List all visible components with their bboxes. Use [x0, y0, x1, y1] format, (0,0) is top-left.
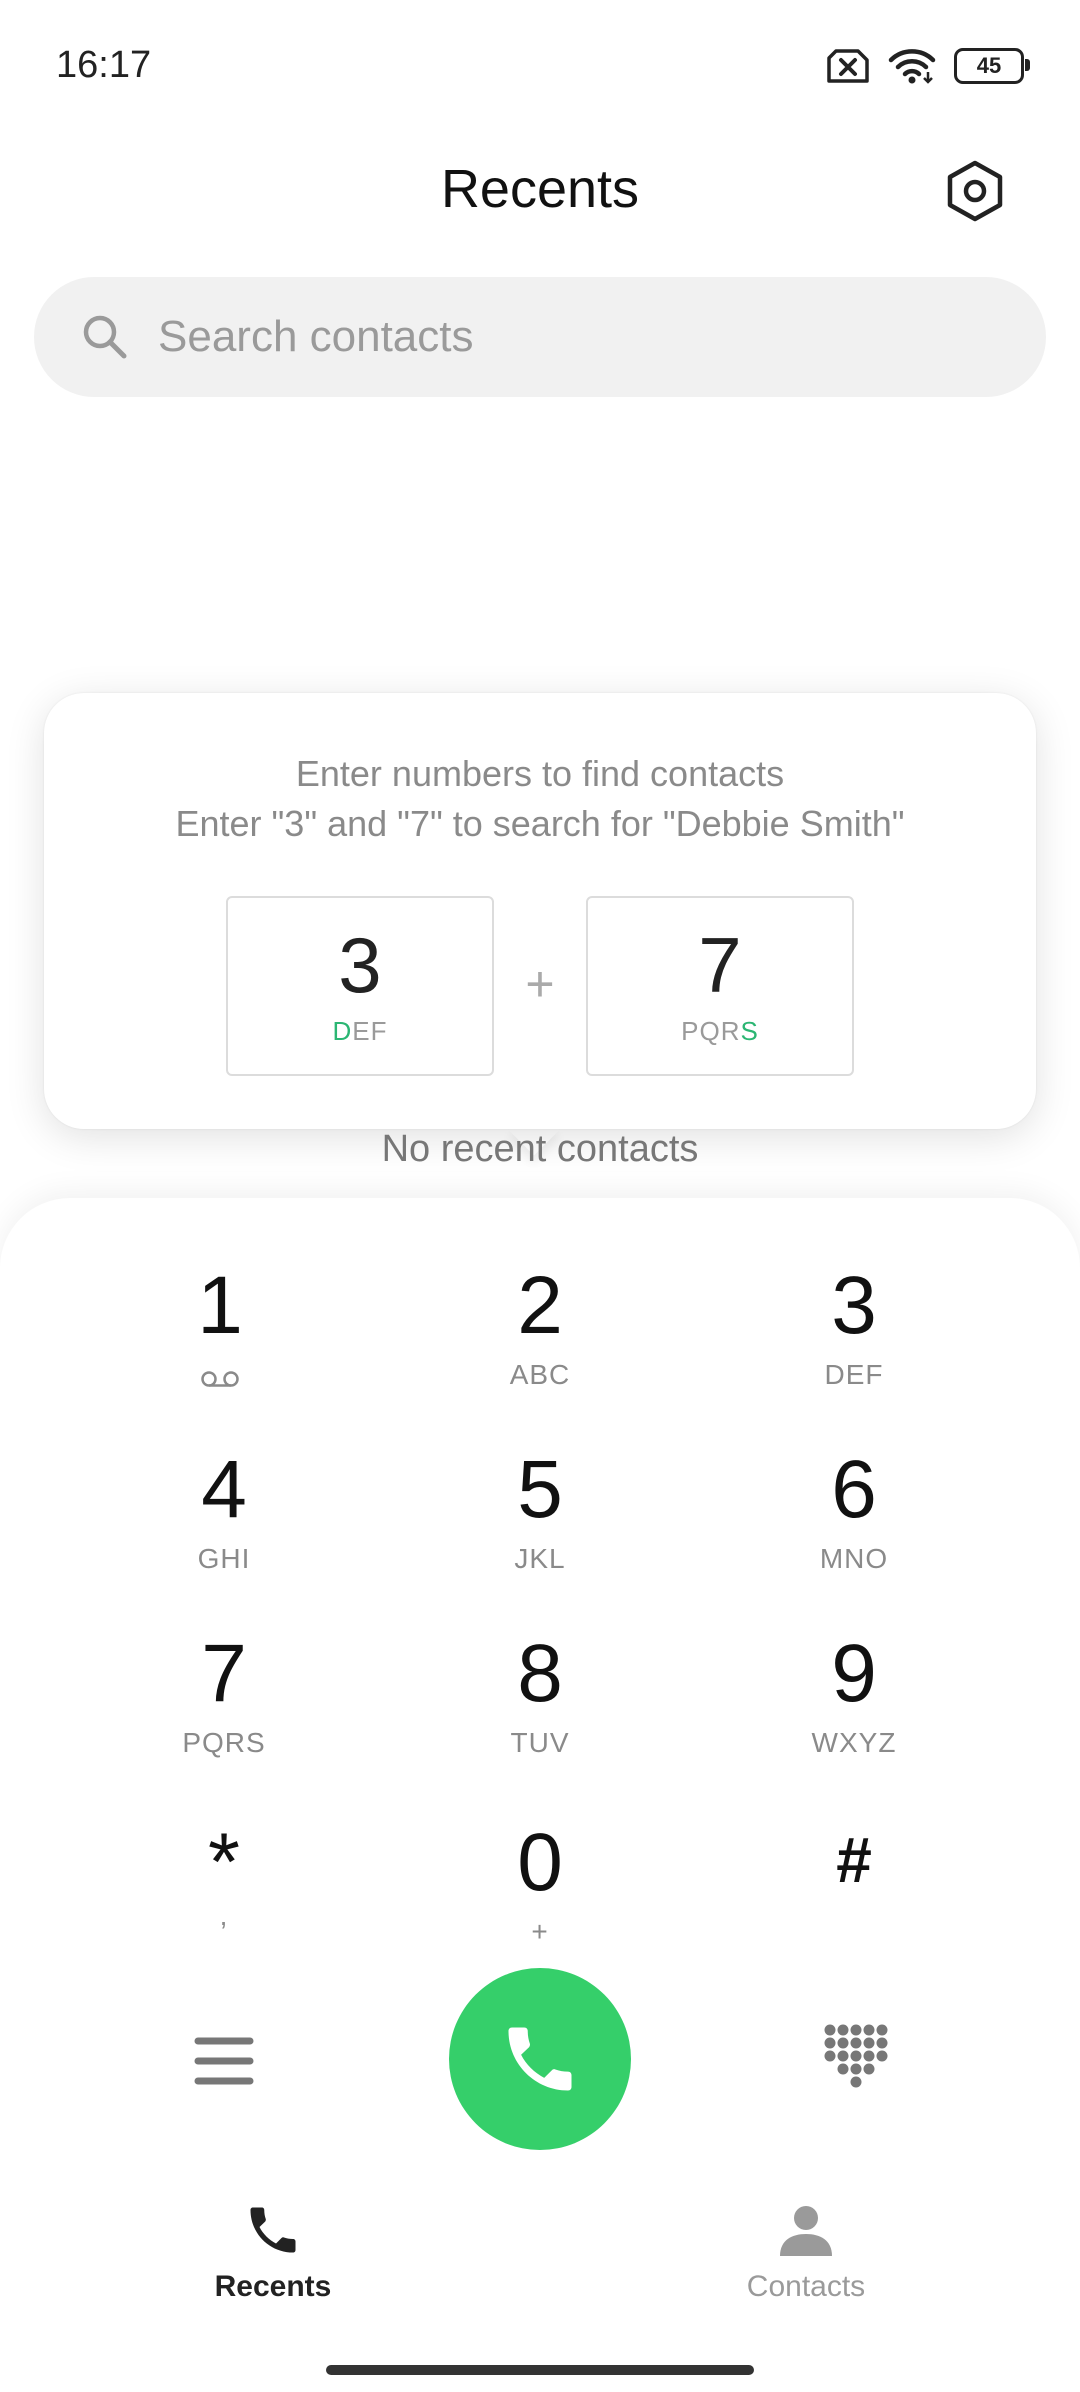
dial-key-letters: +	[531, 1916, 549, 1947]
tip-line-1: Enter numbers to find contacts	[295, 753, 785, 794]
nav-tab-label: Contacts	[746, 2270, 866, 2303]
dial-key-letters: TUV	[510, 1727, 570, 1758]
page-title: Recents	[440, 159, 640, 219]
dial-key-number: *	[208, 1817, 240, 1908]
search-tip-card: Enter numbers to find contacts Enter "3"…	[44, 693, 1036, 1129]
dial-key-5[interactable]: 5 JKL	[440, 1449, 640, 1599]
dial-key-number: 0	[517, 1817, 563, 1908]
dial-key-4[interactable]: 4 GHI	[124, 1449, 324, 1599]
phone-icon	[250, 2207, 296, 2253]
dial-key-0[interactable]: 0 +	[440, 1822, 640, 1972]
dial-key-letters: GHI	[197, 1543, 251, 1574]
dial-key-letters: JKL	[514, 1543, 566, 1574]
dial-key-number: 3	[831, 1260, 877, 1351]
dial-key-1[interactable]: 1	[120, 1265, 320, 1415]
tip-key-letters: PQRS	[588, 1016, 852, 1047]
menu-button[interactable]	[184, 2028, 264, 2094]
dial-key-number: 7	[201, 1628, 247, 1719]
dial-key-number: #	[836, 1824, 872, 1896]
dial-key-letters: PQRS	[182, 1727, 266, 1758]
empty-state-text: No recent contacts	[381, 1128, 699, 1170]
phone-icon	[508, 2027, 572, 2091]
dial-key-letters: ,	[219, 1900, 229, 1931]
voicemail-icon	[201, 1371, 239, 1387]
tip-line-2: Enter "3" and "7" to search for "Debbie …	[175, 803, 905, 844]
keypad-toggle-button[interactable]	[820, 2022, 892, 2094]
no-sim-icon	[827, 49, 869, 83]
dial-key-number: 9	[831, 1628, 877, 1719]
tip-key-highlight: D	[332, 1016, 353, 1046]
dial-key-letters: DEF	[824, 1359, 884, 1390]
tip-key-rest: EF	[352, 1016, 388, 1046]
person-icon	[780, 2206, 832, 2256]
dial-key-hash[interactable]: #	[754, 1822, 954, 1972]
tip-key-7: 7 PQRS	[586, 896, 854, 1076]
tip-key-rest: PQR	[681, 1016, 741, 1046]
wifi-icon	[888, 49, 936, 84]
dial-key-number: 2	[517, 1260, 563, 1351]
search-bar[interactable]	[34, 277, 1046, 397]
menu-icon	[194, 2037, 254, 2085]
nav-tab-recents[interactable]: Recents	[153, 2200, 393, 2320]
dial-key-number: 6	[831, 1444, 877, 1535]
home-indicator[interactable]	[326, 2365, 754, 2375]
nav-tab-label: Recents	[214, 2270, 332, 2303]
status-time: 16:17	[56, 44, 152, 86]
tip-key-digit: 7	[698, 921, 742, 1009]
battery-indicator: 45	[954, 48, 1030, 84]
dial-key-8[interactable]: 8 TUV	[440, 1633, 640, 1783]
tip-key-digit: 3	[338, 921, 382, 1009]
dial-key-9[interactable]: 9 WXYZ	[754, 1633, 954, 1783]
nav-tab-contacts[interactable]: Contacts	[686, 2200, 926, 2320]
dial-key-star[interactable]: * ,	[124, 1822, 324, 1972]
status-icons: 45	[826, 48, 1030, 84]
dial-key-letters: ABC	[509, 1359, 571, 1390]
tip-key-3: 3 DEF	[226, 896, 494, 1076]
settings-button[interactable]	[940, 156, 1010, 226]
call-button[interactable]	[449, 1968, 631, 2150]
dial-key-2[interactable]: 2 ABC	[440, 1265, 640, 1415]
dialpad-icon	[824, 2024, 888, 2088]
tip-key-letters: DEF	[228, 1016, 492, 1047]
search-input[interactable]	[156, 311, 960, 363]
settings-icon	[947, 160, 1003, 222]
dial-key-number: 1	[197, 1260, 243, 1351]
dial-key-letters: MNO	[819, 1543, 889, 1574]
dial-key-7[interactable]: 7 PQRS	[124, 1633, 324, 1783]
dial-key-number: 4	[201, 1444, 247, 1535]
dial-key-number: 8	[517, 1628, 563, 1719]
search-icon	[83, 315, 127, 359]
dial-key-number: 5	[517, 1444, 563, 1535]
tip-plus-sign: +	[525, 956, 555, 1012]
dial-key-6[interactable]: 6 MNO	[754, 1449, 954, 1599]
dial-key-letters: WXYZ	[811, 1727, 897, 1758]
tip-key-highlight: S	[740, 1016, 759, 1046]
dial-key-3[interactable]: 3 DEF	[754, 1265, 954, 1415]
